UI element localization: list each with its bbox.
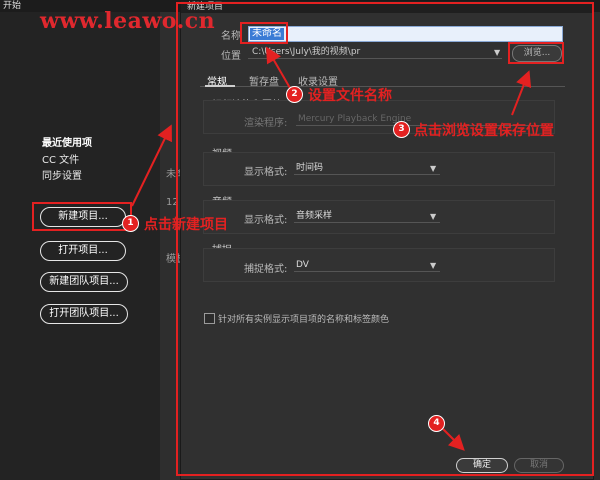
- step-3-badge: 3: [393, 121, 410, 138]
- step-2-note: 设置文件名称: [308, 88, 392, 104]
- arrow-to-ok: [441, 427, 465, 451]
- step-1-badge: 1: [122, 215, 139, 232]
- arrow-to-dialog: [131, 124, 172, 207]
- step-2-badge: 2: [286, 86, 303, 103]
- step-4-badge: 4: [428, 415, 445, 432]
- annotation-arrows: [131, 46, 532, 451]
- step-3-note: 点击浏览设置保存位置: [414, 123, 554, 139]
- arrow-to-browse: [511, 70, 532, 116]
- arrow-to-name: [265, 46, 291, 89]
- step-1-note: 点击新建项目: [144, 217, 228, 233]
